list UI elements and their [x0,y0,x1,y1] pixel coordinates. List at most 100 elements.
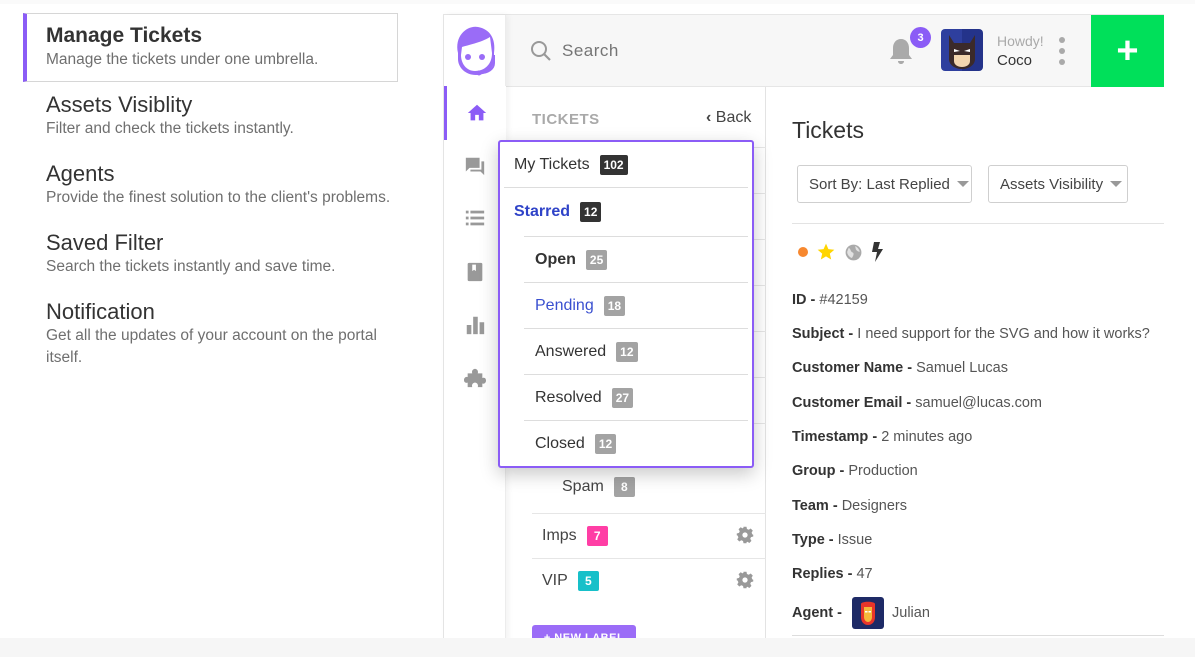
bottom-strip [0,638,1195,657]
star-icon[interactable] [816,242,836,262]
feature-title: Agents [46,161,115,186]
label-count: 5 [577,571,599,591]
list-icon [465,210,485,226]
label-count: 7 [586,526,608,546]
bookmark-book-icon [467,262,483,282]
item-count: 25 [585,249,608,270]
search-input[interactable] [562,37,862,65]
feature-title: Manage Tickets [46,24,203,47]
folder-label: Spam [562,478,604,495]
item-count: 12 [580,202,602,222]
field-agent: Agent - Julian [792,597,930,629]
add-ticket-button[interactable]: + [1091,15,1164,87]
label-vip[interactable]: VIP 5 [532,558,766,603]
field-customer-email: Customer Email - samuel@lucas.com [792,395,1043,411]
top-bar: 3 Howdy! Coco + [506,15,1164,87]
folder-count: 8 [613,477,635,497]
dropdown-item-resolved[interactable]: Resolved 27 [524,374,748,420]
starred-status-list: Open 25 Pending 18 Answered 12 Resolved … [524,236,748,466]
support-agent-headset-icon[interactable] [450,23,500,79]
sort-by-select[interactable]: Sort By: Last Replied [797,165,972,203]
rail-home[interactable] [444,86,506,140]
ticket-details-panel: Tickets Sort By: Last Replied Assets Vis… [766,87,1164,645]
field-id: ID - #42159 [792,292,868,308]
rail-apps[interactable] [444,351,506,405]
rail-chat[interactable] [444,139,506,193]
feature-agents[interactable]: Agents Provide the finest solution to th… [23,151,398,220]
sort-by-value: Sort By: Last Replied [809,175,950,193]
field-team: Team - Designers [792,498,907,514]
more-options-icon[interactable] [1057,37,1067,65]
greeting-text: Howdy! [997,33,1044,49]
dropdown-item-answered[interactable]: Answered 12 [524,328,748,374]
dropdown-item-starred[interactable]: Starred 12 [504,188,748,236]
puzzle-icon [464,368,486,388]
chevron-left-icon: ‹ [706,109,712,126]
divider [792,635,1164,636]
field-subject: Subject - I need support for the SVG and… [792,326,1150,342]
item-label: Answered [535,342,607,360]
dropdown-item-my-tickets[interactable]: My Tickets 102 [504,142,748,188]
details-title: Tickets [792,117,864,143]
field-timestamp: Timestamp - 2 minutes ago [792,429,973,445]
lightning-icon [872,242,883,262]
home-icon [467,104,486,121]
item-count: 18 [603,295,626,316]
field-type: Type - Issue [792,532,873,548]
icon-rail [444,15,506,643]
label-imps[interactable]: Imps 7 [532,513,766,558]
feature-description: Manage the tickets under one umbrella. [46,51,319,68]
dropdown-item-open[interactable]: Open 25 [524,236,748,282]
feature-assets-visibility[interactable]: Assets Visiblity Filter and check the ti… [23,82,398,151]
feature-list: Manage Tickets Manage the tickets under … [23,13,398,380]
folder-spam[interactable]: Spam 8 [562,477,635,497]
feature-title: Assets Visiblity [46,92,193,117]
username: Coco [997,52,1033,69]
rail-list[interactable] [444,191,506,245]
user-avatar[interactable] [941,29,983,71]
feature-title: Saved Filter [46,230,164,255]
agent-avatar[interactable] [851,597,884,629]
tickets-panel-title: TICKETS [532,111,600,128]
dropdown-item-pending[interactable]: Pending 18 [524,282,748,328]
back-label: Back [715,109,752,126]
label-name: Imps [542,527,577,544]
feature-description: Get all the updates of your account on t… [46,327,377,366]
feature-description: Provide the finest solution to the clien… [46,189,391,206]
dropdown-item-closed[interactable]: Closed 12 [524,420,748,466]
item-label: Open [535,250,576,268]
assets-visibility-select[interactable]: Assets Visibility [988,165,1128,203]
item-count: 12 [616,341,638,362]
feature-description: Filter and check the tickets instantly. [46,120,294,137]
caret-down-icon [1110,181,1123,187]
back-link[interactable]: ‹ Back [706,109,751,127]
feature-saved-filter[interactable]: Saved Filter Search the tickets instantl… [23,220,398,289]
item-label: Closed [535,434,585,452]
ticket-filter-dropdown: My Tickets 102 Starred 12 Open 25 Pendin… [498,140,754,468]
assets-visibility-value: Assets Visibility [1000,175,1104,193]
globe-icon [845,244,862,260]
field-replies: Replies - 47 [792,566,873,582]
item-label: Starred [514,203,571,220]
feature-title: Notification [46,299,155,324]
gear-icon[interactable] [736,571,754,589]
chat-icon [465,157,485,176]
item-count: 27 [611,387,634,408]
orange-dot-icon [798,247,808,257]
item-count: 102 [599,154,628,175]
field-customer-name: Customer Name - Samuel Lucas [792,360,1008,376]
rail-knowledge-base[interactable] [444,245,506,299]
divider [792,223,1164,224]
agent-name: Julian [892,604,930,621]
gear-icon[interactable] [736,526,754,544]
notification-count-badge: 3 [910,27,931,48]
rail-reports[interactable] [444,298,506,352]
field-group: Group - Production [792,463,918,479]
feature-notification[interactable]: Notification Get all the updates of your… [23,289,398,380]
caret-down-icon [956,181,969,187]
feature-manage-tickets[interactable]: Manage Tickets Manage the tickets under … [23,13,398,82]
item-label: Resolved [535,388,602,406]
feature-description: Search the tickets instantly and save ti… [46,258,336,275]
bar-chart-icon [466,316,485,335]
ticket-status-icons [798,242,885,262]
